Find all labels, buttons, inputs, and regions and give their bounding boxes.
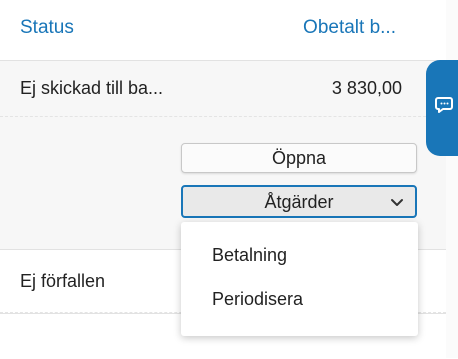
chevron-down-icon	[389, 187, 405, 216]
menu-item-accrue[interactable]: Periodisera	[212, 289, 303, 310]
menu-item-payment[interactable]: Betalning	[212, 245, 287, 266]
actions-dropdown-label: Åtgärder	[264, 192, 334, 212]
table-header: Status Obetalt b...	[0, 0, 446, 61]
row-status: Ej skickad till ba...	[20, 78, 164, 98]
chat-button[interactable]	[426, 60, 458, 156]
row-amount: 3 830,00	[331, 78, 402, 98]
actions-menu: Betalning Periodisera	[181, 222, 418, 336]
chat-bubbles-icon	[435, 97, 453, 113]
actions-dropdown-button[interactable]: Åtgärder	[181, 185, 417, 218]
column-header-status[interactable]: Status	[20, 17, 74, 39]
column-header-unpaid[interactable]: Obetalt b...	[303, 17, 396, 39]
open-button[interactable]: Öppna	[181, 143, 417, 173]
table-row[interactable]: Ej skickad till ba... 3 830,00	[0, 61, 446, 117]
row-status: Ej förfallen	[20, 271, 106, 291]
scroll-strip	[446, 0, 458, 358]
